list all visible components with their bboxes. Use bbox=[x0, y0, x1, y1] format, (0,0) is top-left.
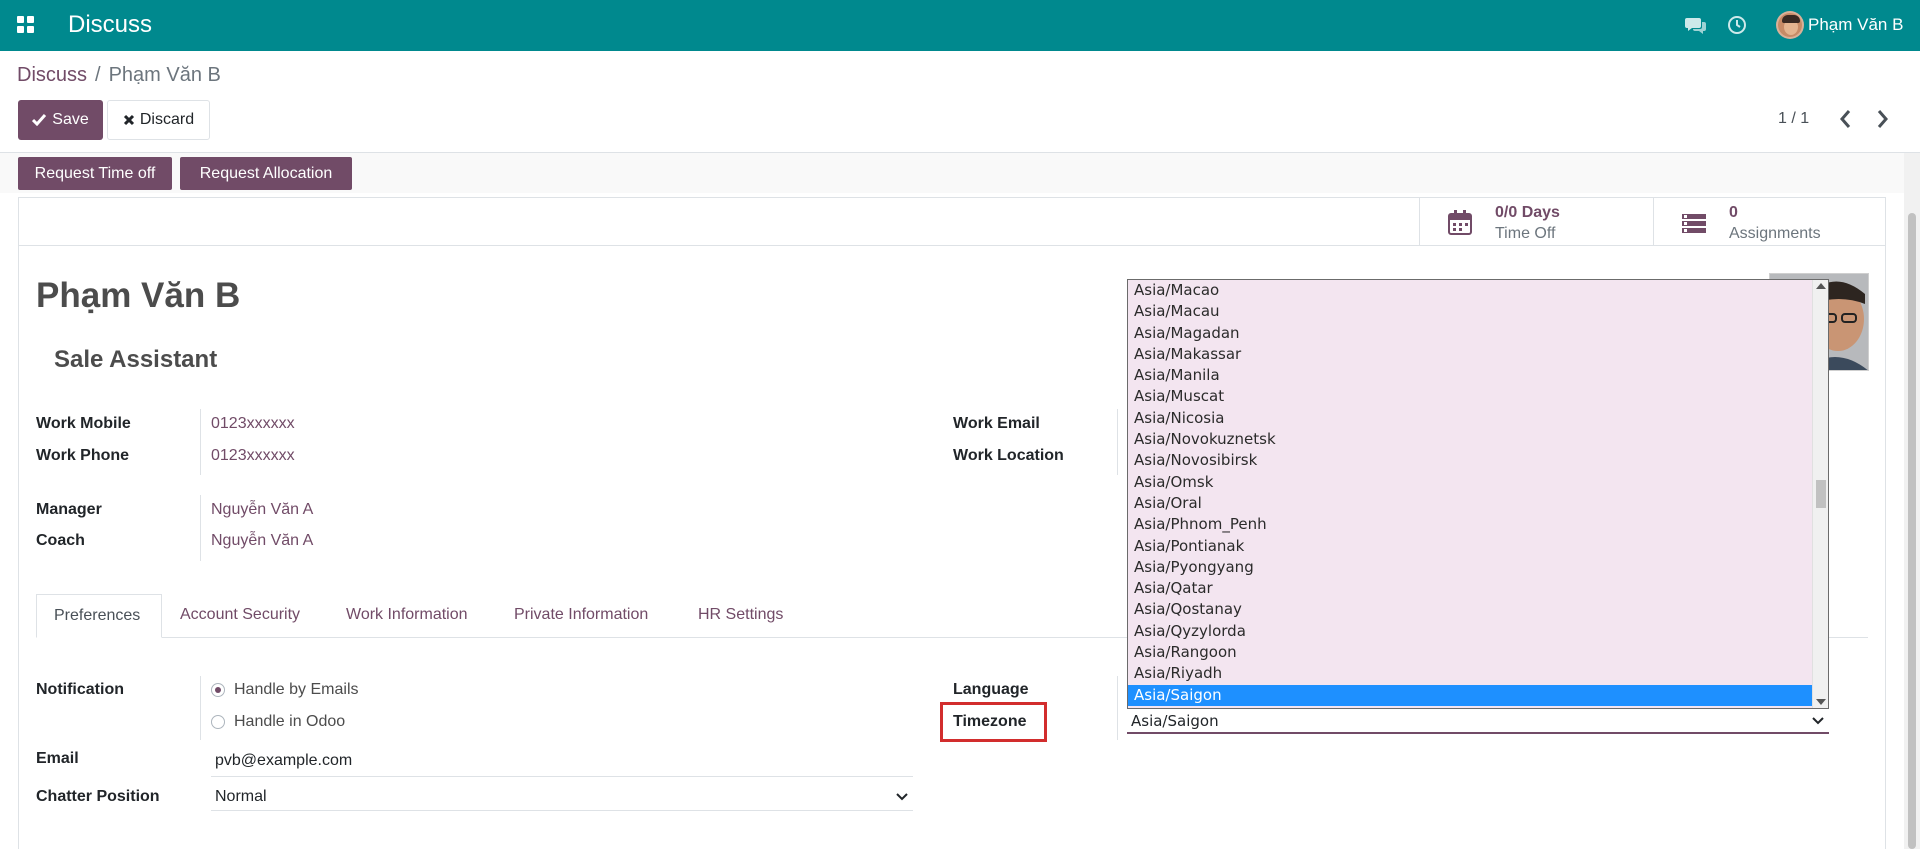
employee-job-title[interactable]: Sale Assistant bbox=[54, 346, 217, 374]
email-underline bbox=[211, 776, 913, 777]
tab-preferences[interactable]: Preferences bbox=[36, 594, 162, 638]
field-separator bbox=[200, 676, 201, 740]
timezone-option[interactable]: Asia/Oral bbox=[1128, 493, 1828, 514]
chevron-right-icon[interactable] bbox=[1872, 106, 1892, 132]
assignments-label: Assignments bbox=[1729, 225, 1821, 242]
breadcrumb-current: Phạm Văn B bbox=[108, 64, 221, 86]
check-icon bbox=[32, 114, 47, 126]
chatter-position-select[interactable]: Normal bbox=[215, 788, 267, 806]
work-phone-label: Work Phone bbox=[36, 447, 130, 464]
language-label: Language bbox=[953, 681, 1029, 698]
timezone-option[interactable]: Asia/Makassar bbox=[1128, 344, 1828, 365]
chat-icon[interactable] bbox=[1685, 15, 1707, 35]
user-avatar[interactable] bbox=[1776, 11, 1804, 39]
page-scrollbar[interactable] bbox=[1904, 153, 1920, 849]
work-phone-value[interactable]: 0123xxxxxx bbox=[211, 447, 295, 465]
timezone-option[interactable]: Asia/Novokuznetsk bbox=[1128, 429, 1828, 450]
notification-option-emails[interactable]: Handle by Emails bbox=[234, 681, 359, 699]
user-menu-name[interactable]: Phạm Văn B bbox=[1808, 15, 1903, 35]
work-mobile-value[interactable]: 0123xxxxxx bbox=[211, 415, 295, 433]
field-separator bbox=[1117, 676, 1118, 740]
save-button-label: Save bbox=[52, 111, 89, 128]
field-separator bbox=[200, 409, 201, 475]
timezone-option[interactable]: Asia/Saigon bbox=[1128, 684, 1828, 706]
timezone-option[interactable]: Asia/Rangoon bbox=[1128, 642, 1828, 663]
work-mobile-label: Work Mobile bbox=[36, 415, 131, 432]
close-icon bbox=[123, 114, 134, 126]
coach-label: Coach bbox=[36, 532, 85, 549]
chevron-down-icon[interactable] bbox=[896, 792, 908, 802]
activity-clock-icon[interactable] bbox=[1727, 15, 1747, 35]
tab-private-information[interactable]: Private Information bbox=[497, 594, 665, 638]
timezone-option[interactable]: Asia/Qyzylorda bbox=[1128, 621, 1828, 642]
top-navbar: Discuss Phạm Văn B bbox=[0, 0, 1920, 51]
save-button[interactable]: Save bbox=[18, 100, 103, 140]
chatter-position-label: Chatter Position bbox=[36, 788, 160, 805]
smart-button-box: 0/0 Days Time Off 0 Assignments bbox=[19, 198, 1885, 246]
chevron-left-icon[interactable] bbox=[1836, 106, 1856, 132]
timezone-option[interactable]: Asia/Macao bbox=[1128, 280, 1828, 301]
field-separator bbox=[1117, 409, 1118, 475]
calendar-icon bbox=[1448, 210, 1472, 235]
work-email-label: Work Email bbox=[953, 415, 1040, 432]
chevron-down-icon bbox=[1812, 717, 1824, 725]
tab-work-information[interactable]: Work Information bbox=[329, 594, 485, 638]
assignments-value: 0 bbox=[1729, 204, 1738, 221]
notification-radio-odoo[interactable] bbox=[211, 715, 225, 729]
timezone-select-value: Asia/Saigon bbox=[1131, 712, 1219, 730]
timezone-option[interactable]: Asia/Pyongyang bbox=[1128, 557, 1828, 578]
timezone-select[interactable]: Asia/Saigon bbox=[1127, 709, 1829, 734]
timezone-option[interactable]: Asia/Magadan bbox=[1128, 323, 1828, 344]
chatter-underline bbox=[211, 810, 913, 811]
breadcrumb-separator: / bbox=[95, 64, 101, 86]
manager-value[interactable]: Nguyễn Văn A bbox=[211, 501, 313, 519]
timezone-option[interactable]: Asia/Riyadh bbox=[1128, 663, 1828, 684]
manager-label: Manager bbox=[36, 501, 102, 518]
time-off-value: 0/0 Days bbox=[1495, 204, 1560, 221]
timezone-dropdown-list[interactable]: Asia/Macao Asia/Macau Asia/Magadan Asia/Mak… bbox=[1127, 279, 1829, 709]
discard-button[interactable]: Discard bbox=[107, 100, 210, 140]
timezone-option[interactable]: Asia/Muscat bbox=[1128, 386, 1828, 407]
breadcrumb-parent[interactable]: Discuss bbox=[17, 64, 87, 86]
email-label: Email bbox=[36, 750, 79, 767]
timezone-option[interactable]: Asia/Qostanay bbox=[1128, 599, 1828, 620]
coach-value[interactable]: Nguyễn Văn A bbox=[211, 532, 313, 550]
breadcrumb: Discuss / Phạm Văn B bbox=[17, 64, 221, 87]
notification-option-odoo[interactable]: Handle in Odoo bbox=[234, 713, 345, 731]
time-off-stat-button[interactable]: 0/0 Days Time Off bbox=[1419, 198, 1653, 246]
notification-radio-emails[interactable] bbox=[211, 683, 225, 697]
tab-hr-settings[interactable]: HR Settings bbox=[681, 594, 800, 638]
apps-menu-icon[interactable] bbox=[17, 16, 35, 34]
scroll-down-arrow-icon[interactable] bbox=[1816, 699, 1826, 705]
timezone-option[interactable]: Asia/Qatar bbox=[1128, 578, 1828, 599]
timezone-option[interactable]: Asia/Pontianak bbox=[1128, 536, 1828, 557]
dropdown-scrollbar[interactable] bbox=[1812, 280, 1828, 708]
email-input[interactable]: pvb@example.com bbox=[215, 752, 352, 770]
field-separator bbox=[200, 495, 201, 561]
timezone-option[interactable]: Asia/Manila bbox=[1128, 365, 1828, 386]
work-location-label: Work Location bbox=[953, 447, 1064, 464]
timezone-option[interactable]: Asia/Novosibirsk bbox=[1128, 450, 1828, 471]
time-off-label: Time Off bbox=[1495, 225, 1556, 242]
pager-value[interactable]: 1 / 1 bbox=[1778, 110, 1809, 128]
request-allocation-button[interactable]: Request Allocation bbox=[180, 157, 352, 190]
discard-button-label: Discard bbox=[139, 111, 195, 128]
notification-label: Notification bbox=[36, 681, 124, 698]
timezone-option[interactable]: Asia/Macau bbox=[1128, 301, 1828, 322]
list-icon bbox=[1682, 214, 1706, 233]
timezone-highlight-box bbox=[940, 702, 1047, 742]
request-time-off-button[interactable]: Request Time off bbox=[18, 157, 172, 190]
assignments-stat-button[interactable]: 0 Assignments bbox=[1653, 198, 1887, 246]
timezone-option[interactable]: Asia/Omsk bbox=[1128, 472, 1828, 493]
app-title[interactable]: Discuss bbox=[68, 11, 152, 39]
timezone-option[interactable]: Asia/Phnom_Penh bbox=[1128, 514, 1828, 535]
tab-account-security[interactable]: Account Security bbox=[163, 594, 317, 638]
scroll-up-arrow-icon[interactable] bbox=[1816, 283, 1826, 289]
employee-name[interactable]: Phạm Văn B bbox=[36, 276, 240, 316]
page-scroll-thumb[interactable] bbox=[1908, 213, 1916, 849]
timezone-option[interactable]: Asia/Nicosia bbox=[1128, 408, 1828, 429]
dropdown-scroll-thumb[interactable] bbox=[1816, 480, 1826, 508]
